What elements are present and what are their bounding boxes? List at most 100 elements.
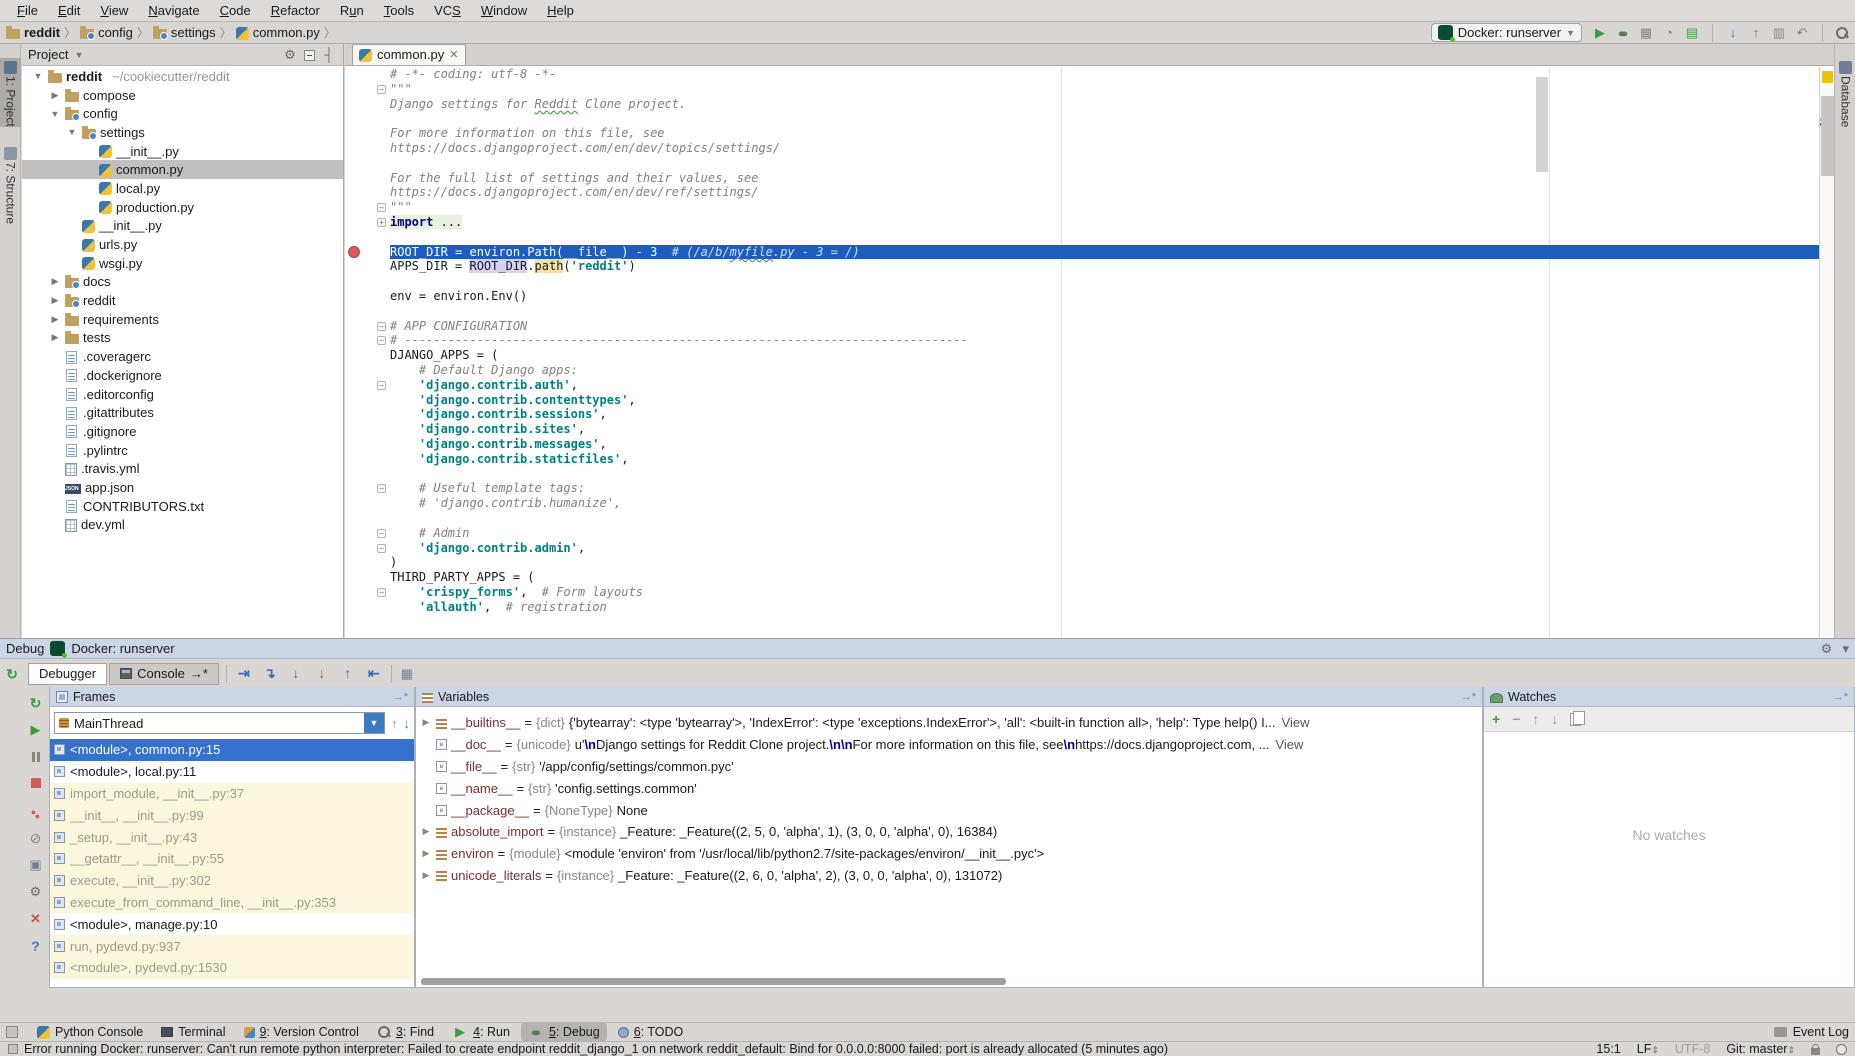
frame-row[interactable]: <module>, local.py:11 [50,761,414,783]
error-stripe[interactable] [1819,67,1834,638]
vcs-down-icon[interactable] [1725,25,1741,41]
variables-hscrollbar[interactable] [421,978,1006,985]
tree-item-contributors-txt[interactable]: CONTRIBUTORS.txt [22,497,343,516]
diff-icon[interactable] [1771,25,1787,41]
tab-console[interactable]: Console→* [109,663,219,685]
tree-item-dev-yml[interactable]: dev.yml [22,516,343,535]
step-over-icon[interactable]: ↴ [260,665,280,682]
fold-collapse-icon[interactable]: ‒ [377,381,386,390]
rerun-cfg-icon[interactable] [1684,25,1700,41]
close-icon[interactable] [28,911,44,927]
menu-item-refactor[interactable]: Refactor [262,2,329,19]
run-configuration-select[interactable]: Docker: runserver ▼ [1431,23,1582,42]
settings-icon[interactable] [1818,641,1834,657]
code-gutter[interactable] [345,511,390,526]
expand-arrow-icon[interactable]: ▶ [420,848,432,859]
fold-collapse-icon[interactable]: ‒ [377,336,386,345]
code-gutter[interactable] [345,67,390,82]
previous-frame-icon[interactable]: ↑ [391,716,398,731]
variable-row[interactable]: ▶__builtins__ = {dict} {'bytearray': <ty… [416,712,1482,734]
rerun-icon[interactable] [4,666,20,682]
show-execution-point-icon[interactable]: ⇥ [234,665,254,682]
chevron-down-icon[interactable]: ▼ [364,713,384,733]
menu-item-run[interactable]: Run [331,2,373,19]
file-encoding[interactable]: UTF-8 [1675,1042,1710,1056]
code-gutter[interactable] [345,171,390,186]
expand-arrow-icon[interactable]: ▶ [420,826,432,837]
git-branch-select[interactable]: Git: master⇕ [1726,1042,1795,1056]
expand-arrow-icon[interactable]: ▶ [420,870,432,881]
status-icon[interactable] [8,1044,18,1054]
tab-debugger[interactable]: Debugger [28,663,107,685]
breadcrumb-reddit[interactable]: reddit [6,25,60,40]
variable-row[interactable]: ʁ__doc__ = {unicode} u'\nDjango settings… [416,734,1482,756]
tree-item-config[interactable]: ▼config [22,104,343,123]
code-gutter[interactable] [345,185,390,200]
code-gutter[interactable] [345,467,390,482]
tree-item-production-py[interactable]: production.py [22,198,343,217]
gear-icon[interactable] [282,47,298,63]
code-gutter[interactable]: ‒ [345,541,390,556]
toolwindow-4-run[interactable]: 4: Run [445,1023,517,1041]
fold-collapse-icon[interactable]: ‒ [377,544,386,553]
frame-row[interactable]: __getattr__, __init__.py:55 [50,848,414,870]
mute-breakpoints-icon[interactable] [28,830,44,846]
breakpoint-icon[interactable] [348,246,360,258]
move-down-icon[interactable]: ↓ [1551,711,1558,727]
code-gutter[interactable]: ‒ [345,319,390,334]
editor-tab-common-py[interactable]: common.py ✕ [352,44,466,65]
undo-icon[interactable] [1794,25,1810,41]
tree-item-docs[interactable]: ▶docs [22,273,343,292]
menu-item-vcs[interactable]: VCS [425,2,470,19]
tree-item-coveragerc[interactable]: .coveragerc [22,347,343,366]
collapsed-arrow-icon[interactable]: ▶ [49,276,61,287]
tree-item-local-py[interactable]: local.py [22,179,343,198]
frame-row[interactable]: <module>, common.py:15 [50,739,414,761]
code-gutter[interactable]: ‒ [345,82,390,97]
tree-item-wsgi-py[interactable]: wsgi.py [22,254,343,273]
fold-collapse-icon[interactable]: ‒ [377,203,386,212]
move-up-icon[interactable]: ↑ [1532,711,1539,727]
duplicate-watch-icon[interactable] [1570,713,1581,726]
toolwindow-3-find[interactable]: 3: Find [370,1023,441,1041]
collapse-all-icon[interactable] [304,50,315,61]
code-gutter[interactable] [345,97,390,112]
editor-scrollbar[interactable] [1536,77,1548,172]
code-gutter[interactable]: ‒ [345,378,390,393]
step-into-icon[interactable]: ↓ [286,665,306,682]
toolwindow-6-todo[interactable]: 6: TODO [611,1023,691,1041]
caret-position[interactable]: 15:1 [1596,1042,1620,1056]
line-ending-select[interactable]: LF⇕ [1637,1042,1659,1056]
tree-item-app-json[interactable]: JSONapp.json [22,478,343,497]
code-gutter[interactable] [345,393,390,408]
resume-icon[interactable] [28,722,44,738]
tree-item-reddit[interactable]: ▼reddit~/cookiecutter/reddit [22,67,343,86]
fold-collapse-icon[interactable]: ‒ [377,588,386,597]
pause-icon[interactable] [28,749,44,765]
breadcrumb-common-py[interactable]: common.py [236,25,320,40]
remove-watch-icon[interactable]: − [1512,711,1520,727]
vcs-up-icon[interactable] [1748,25,1764,41]
code-gutter[interactable] [345,274,390,289]
code-gutter[interactable]: ‒ [345,481,390,496]
menu-item-view[interactable]: View [91,2,137,19]
help-icon[interactable] [28,938,44,954]
tree-item-gitattributes[interactable]: .gitattributes [22,403,343,422]
status-message[interactable]: Error running Docker: runserver: Can't r… [24,1042,1168,1056]
code-gutter[interactable] [345,452,390,467]
menu-item-navigate[interactable]: Navigate [139,2,208,19]
tree-item-travis-yml[interactable]: .travis.yml [22,459,343,478]
menu-item-tools[interactable]: Tools [375,2,423,19]
view-link[interactable]: View [1282,715,1310,730]
chevron-down-icon[interactable]: ▼ [74,50,83,60]
variable-row[interactable]: ▶environ = {module} <module 'environ' fr… [416,843,1482,865]
inspections-hector-icon[interactable] [1836,1044,1847,1055]
stop-icon[interactable] [28,776,44,792]
force-step-into-icon[interactable]: ↓ [312,665,332,682]
code-gutter[interactable]: ‒ [345,526,390,541]
float-panel-icon[interactable]: →* [1833,691,1848,703]
tree-item-settings[interactable]: ▼settings [22,123,343,142]
code-gutter[interactable] [345,304,390,319]
hide-panel-icon[interactable]: ▾ [1842,641,1849,657]
tree-item-editorconfig[interactable]: .editorconfig [22,385,343,404]
